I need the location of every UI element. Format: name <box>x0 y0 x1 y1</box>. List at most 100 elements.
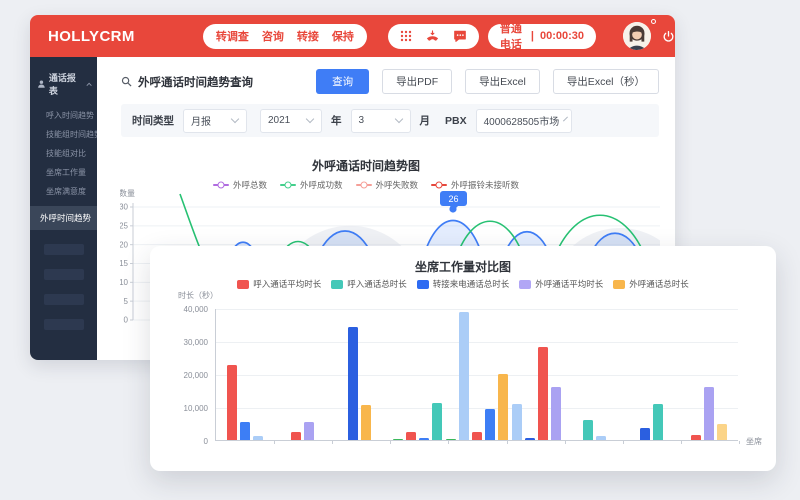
chart-tooltip: 26 <box>440 191 467 206</box>
sidebar-item[interactable]: 坐席满意度 <box>30 182 97 201</box>
y-tick: 10,000 <box>154 404 208 413</box>
year-value: 2021 <box>268 115 290 126</box>
sidebar-item-active[interactable]: 外呼时间趋势 <box>30 206 97 230</box>
y-tick: 30,000 <box>154 338 208 347</box>
query-header-row: 外呼通话时间趋势查询 查询 导出PDF导出Excel导出Excel（秒） <box>97 57 675 94</box>
bar <box>432 403 442 440</box>
legend-item[interactable]: 呼入通话平均时长 <box>237 278 321 290</box>
bar <box>419 438 429 440</box>
status-badge <box>651 19 656 24</box>
dialpad-grid-icon[interactable] <box>400 30 412 42</box>
legend-label: 外呼通话平均时长 <box>535 278 603 290</box>
sidebar-group-call-reports[interactable]: 通话报表 <box>30 57 97 106</box>
call-action-button[interactable]: 转接 <box>297 28 319 44</box>
year-unit-label: 年 <box>331 113 342 128</box>
bar-groups <box>216 309 738 440</box>
legend-label: 外呼通话总时长 <box>629 278 689 290</box>
legend-item[interactable]: 外呼通话平均时长 <box>519 278 603 290</box>
x-tick <box>681 441 682 444</box>
year-select[interactable]: 2021 <box>260 109 322 133</box>
legend-label: 转接来电通话总时长 <box>433 278 510 290</box>
call-action-buttons: 转调查咨询转接保持 <box>203 24 367 49</box>
bar-group <box>566 420 624 440</box>
bar-chart-card: 坐席工作量对比图 呼入通话平均时长 呼入通话总时长 转接来电通话总时长 外呼通话平均时… <box>150 246 776 471</box>
x-tick <box>565 441 566 444</box>
bar-chart-legend: 呼入通话平均时长 呼入通话总时长 转接来电通话总时长 外呼通话平均时长 外呼通话总时长 <box>150 278 776 290</box>
bar <box>498 374 508 440</box>
x-tick <box>623 441 624 444</box>
export-button[interactable]: 导出PDF <box>382 69 452 94</box>
call-action-button[interactable]: 咨询 <box>262 28 284 44</box>
sidebar-skeleton-item <box>44 244 84 255</box>
y-tick: 0 <box>154 437 208 446</box>
month-value: 3 <box>359 115 365 126</box>
toolbar-buttons: 查询 导出PDF 导出Excel 导出Excel（秒） <box>316 69 659 94</box>
y-tick: 20,000 <box>154 371 208 380</box>
bar-group <box>681 387 739 440</box>
bar-group <box>389 403 447 440</box>
time-type-select[interactable]: 月报 <box>183 109 247 133</box>
search-button[interactable]: 查询 <box>316 69 369 94</box>
bar-chart-plot <box>215 309 738 441</box>
x-tick <box>332 441 333 444</box>
svg-text:数量: 数量 <box>120 188 135 198</box>
bar-group <box>446 312 508 440</box>
power-logout-icon[interactable] <box>662 30 675 43</box>
app-header: HOLLYCRM 转调查咨询转接保持 普通电话 <box>30 15 675 57</box>
hang-up-phone-icon[interactable] <box>425 29 440 44</box>
sidebar-item[interactable]: 技能组时间趋势 <box>30 125 97 144</box>
chevron-down-icon <box>563 117 568 122</box>
sidebar-skeleton-item <box>44 319 84 330</box>
call-status-pill[interactable]: 普通电话 | 00:00:30 <box>488 24 596 49</box>
svg-text:5: 5 <box>124 297 129 306</box>
export-button[interactable]: 导出Excel（秒） <box>553 69 659 94</box>
legend-item[interactable]: 转接来电通话总时长 <box>417 278 510 290</box>
legend-item[interactable]: 外呼通话总时长 <box>613 278 689 290</box>
legend-swatch <box>331 280 343 289</box>
sidebar-items: 呼入时间趋势技能组时间趋势技能组对比坐席工作量坐席满意度 <box>30 106 97 201</box>
month-unit-label: 月 <box>420 113 431 128</box>
pbx-select[interactable]: 4000628505市场 <box>476 109 572 133</box>
chat-bubble-icon[interactable] <box>453 29 467 43</box>
chevron-down-icon <box>394 115 402 123</box>
bar-chart-xlabel: 坐席 <box>746 436 762 447</box>
bar <box>304 422 314 440</box>
sidebar-skeleton-list <box>30 244 97 330</box>
sidebar-item[interactable]: 坐席工作量 <box>30 163 97 182</box>
filter-bar: 时间类型 月报 2021 年 3 月 PBX 4000628505市场 <box>121 104 659 137</box>
export-button[interactable]: 导出Excel <box>465 69 540 94</box>
chevron-down-icon <box>231 115 239 123</box>
svg-text:10: 10 <box>120 278 129 287</box>
bar-chart-title: 坐席工作量对比图 <box>150 258 776 275</box>
sidebar-item[interactable]: 呼入时间趋势 <box>30 106 97 125</box>
legend-label: 呼入通话总时长 <box>347 278 407 290</box>
bar <box>538 347 548 440</box>
bar-group <box>331 327 389 440</box>
avatar-image <box>623 22 651 50</box>
user-avatar[interactable] <box>623 22 651 50</box>
call-action-button[interactable]: 转调查 <box>216 28 249 44</box>
bar <box>512 404 522 440</box>
sidebar-item[interactable]: 技能组对比 <box>30 144 97 163</box>
bar <box>653 404 663 440</box>
x-tick <box>507 441 508 444</box>
bar <box>348 327 358 440</box>
bar-group <box>216 365 274 440</box>
bar <box>717 424 727 441</box>
legend-item[interactable]: 呼入通话总时长 <box>331 278 407 290</box>
bar-group <box>274 422 332 440</box>
x-tick <box>390 441 391 444</box>
month-select[interactable]: 3 <box>351 109 411 133</box>
bar <box>361 405 371 440</box>
bar <box>691 435 701 440</box>
call-action-button[interactable]: 保持 <box>332 28 354 44</box>
bar-chart-ylabel: 时长（秒） <box>178 290 218 301</box>
line-chart-title: 外呼通话时间趋势图 <box>97 157 635 174</box>
bar <box>406 432 416 440</box>
svg-text:15: 15 <box>120 259 129 268</box>
call-tool-icons <box>388 24 479 49</box>
legend-swatch <box>613 280 625 289</box>
legend-swatch <box>237 280 249 289</box>
call-mode-label: 普通电话 <box>500 20 525 52</box>
app-logo: HOLLYCRM <box>48 28 135 45</box>
